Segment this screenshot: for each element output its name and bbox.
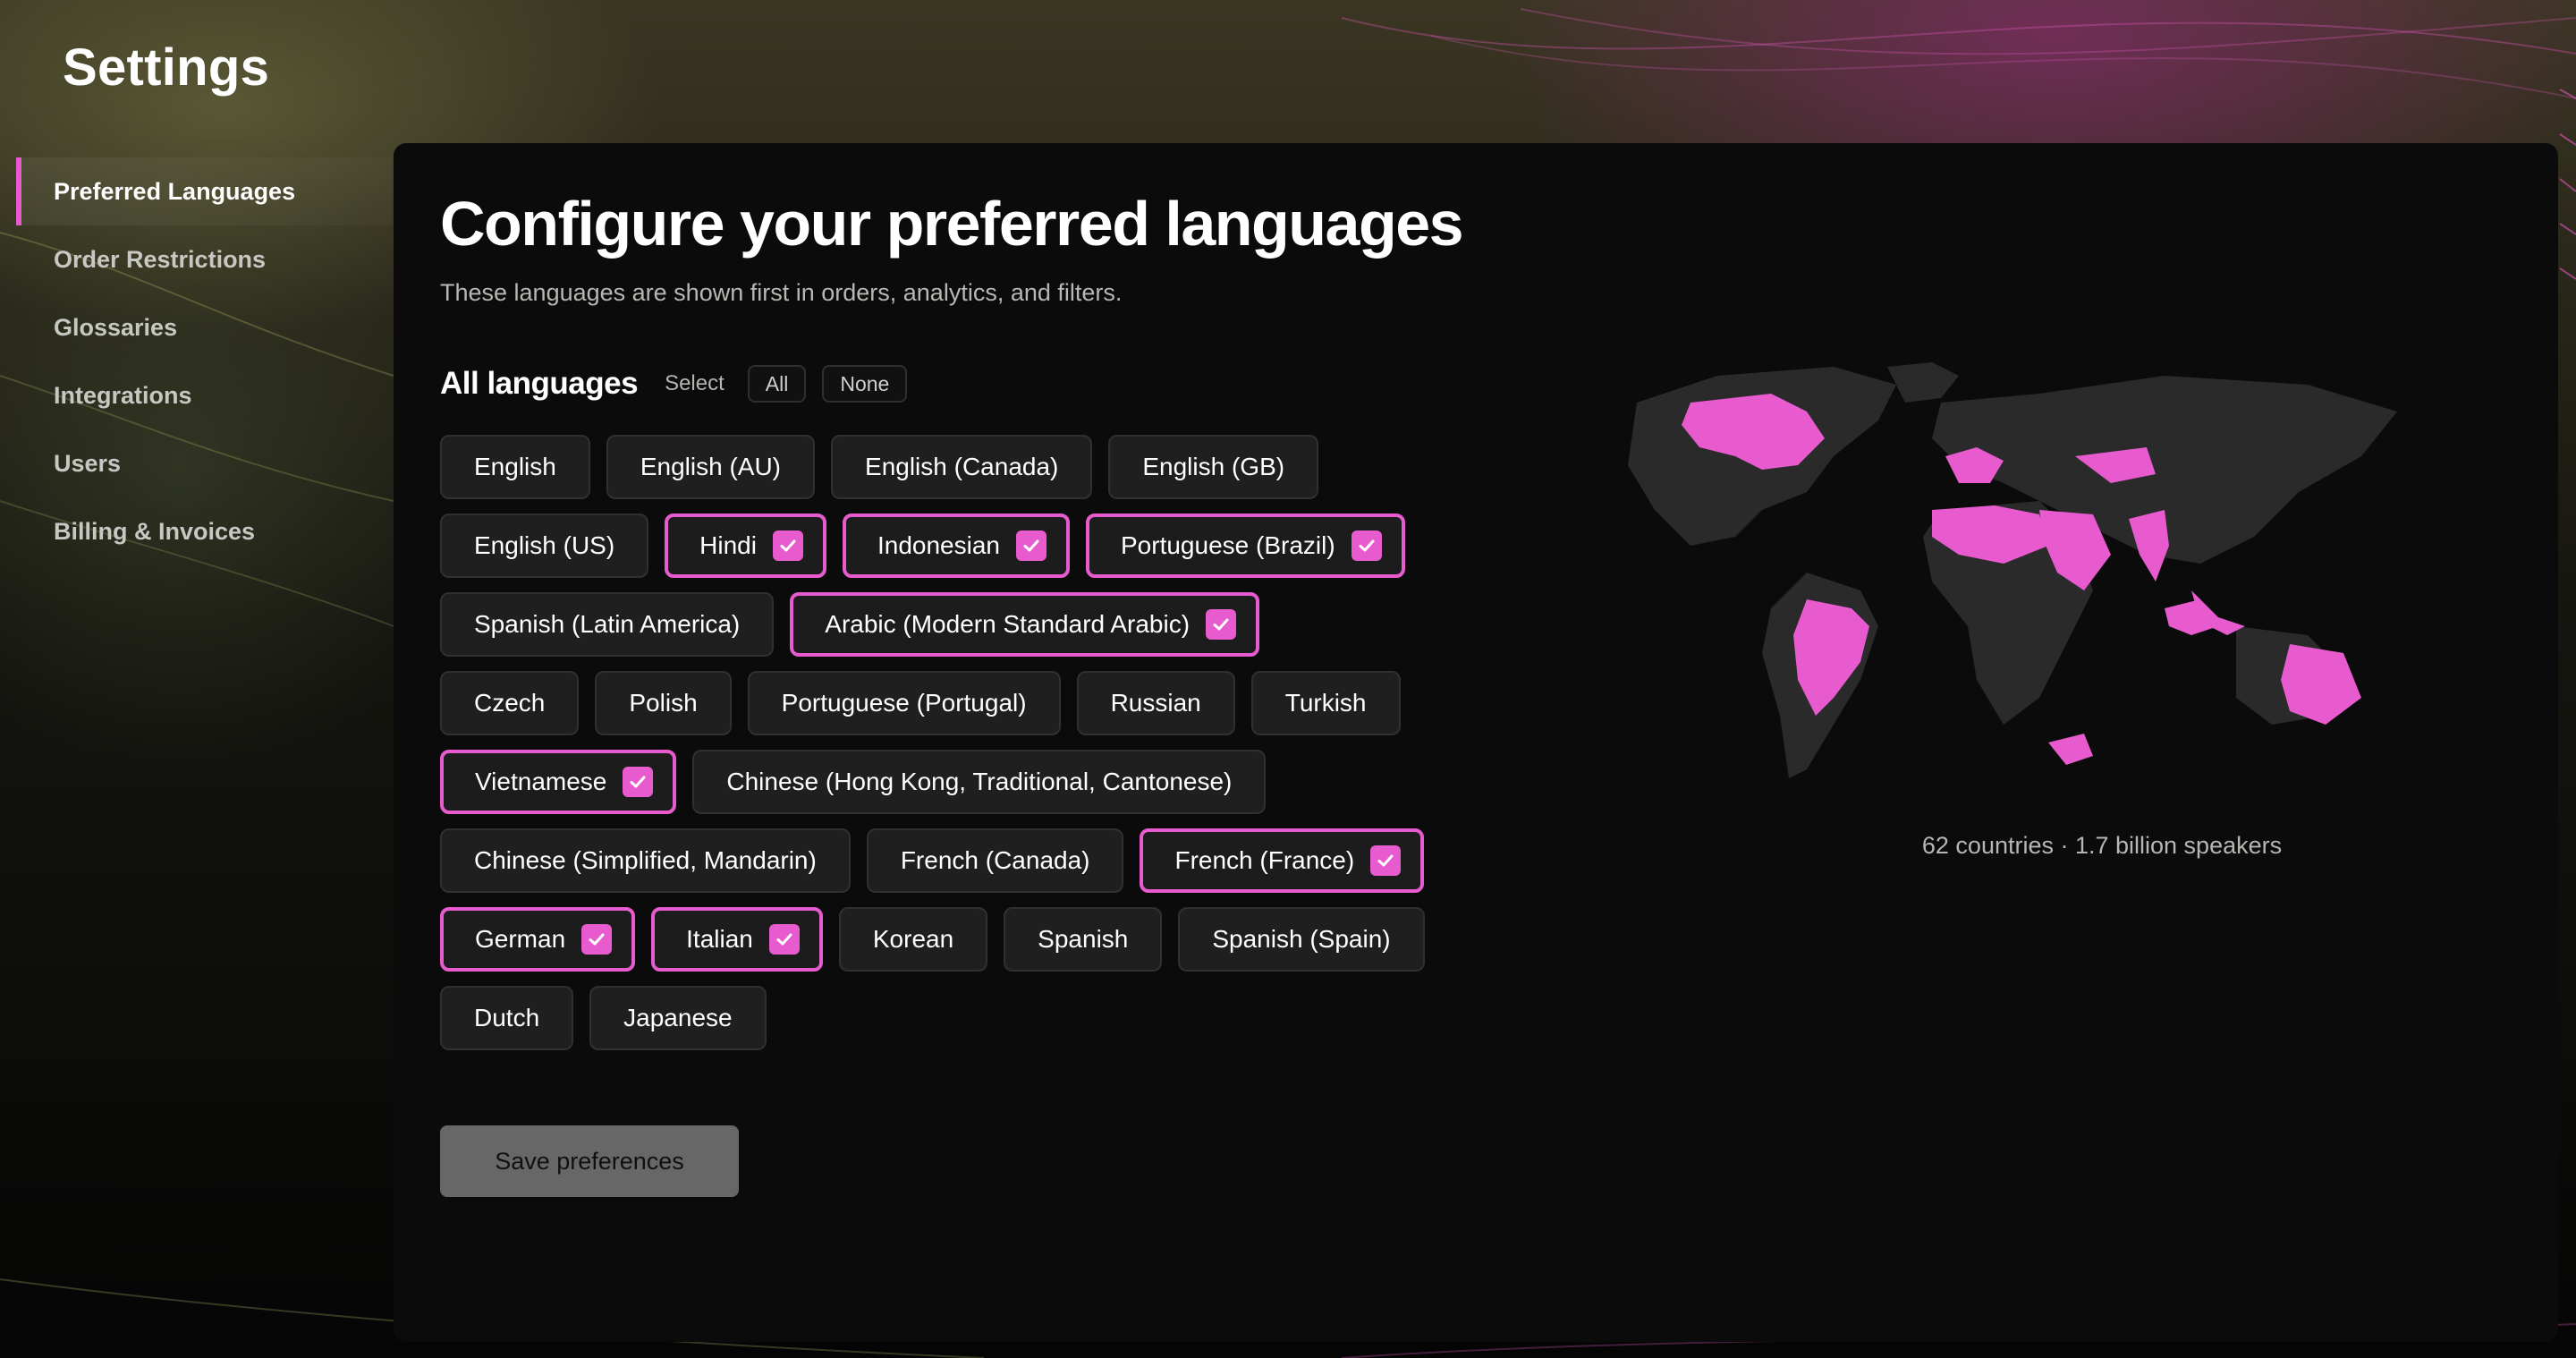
- sidebar-item-users[interactable]: Users: [16, 429, 392, 497]
- sidebar-item-label: Billing & Invoices: [54, 517, 256, 545]
- language-chip-portuguese-portugal[interactable]: Portuguese (Portugal): [747, 671, 1061, 735]
- chip-row: German Italian Korean Spanish Spanish (Spain…: [440, 907, 1425, 972]
- language-chip-label: Chinese (Hong Kong, Traditional, Cantone…: [726, 768, 1233, 795]
- sidebar-item-preferred-languages[interactable]: Preferred Languages: [16, 157, 392, 225]
- language-chip-french-france[interactable]: French (France): [1140, 828, 1425, 893]
- language-chip-dutch[interactable]: Dutch: [440, 986, 574, 1050]
- page-title: Settings: [63, 38, 270, 97]
- language-chip-label: English (AU): [640, 453, 782, 480]
- language-chip-label: Arabic (Modern Standard Arabic): [825, 610, 1191, 638]
- chip-row: Spanish (Latin America) Arabic (Modern St…: [440, 592, 1424, 657]
- language-chip-label: Japanese: [623, 1004, 733, 1031]
- language-chip-label: Indonesian: [877, 531, 1000, 559]
- sidebar-item-order-restrictions[interactable]: Order Restrictions: [16, 225, 392, 293]
- check-icon: [1016, 530, 1046, 561]
- language-chip-label: Korean: [872, 925, 954, 953]
- chip-row: Vietnamese Chinese (Hong Kong, Traditiona…: [440, 750, 1424, 814]
- language-chip-czech[interactable]: Czech: [440, 671, 580, 735]
- language-chip-label: English: [474, 453, 556, 480]
- language-chip-english[interactable]: English: [440, 435, 590, 499]
- language-chip-vietnamese[interactable]: Vietnamese: [440, 750, 677, 814]
- language-chip-spanish-spain[interactable]: Spanish (Spain): [1178, 907, 1425, 972]
- language-chip-label: Russian: [1110, 689, 1201, 717]
- language-chip-label: Portuguese (Portugal): [781, 689, 1027, 717]
- chip-row: English (US) Hindi Indonesian Portuguese (B…: [440, 513, 1424, 578]
- language-chip-italian[interactable]: Italian: [651, 907, 823, 972]
- sidebar-item-label: Glossaries: [54, 313, 178, 341]
- language-chip-label: German: [475, 925, 566, 953]
- language-chip-english-au[interactable]: English (AU): [606, 435, 816, 499]
- language-chip-english-gb[interactable]: English (GB): [1108, 435, 1319, 499]
- save-preferences-button[interactable]: Save preferences: [440, 1125, 739, 1197]
- language-chip-label: French (Canada): [900, 846, 1090, 874]
- language-chip-spanish[interactable]: Spanish: [1004, 907, 1163, 972]
- language-chip-label: French (France): [1174, 846, 1355, 874]
- language-chip-label: Polish: [629, 689, 698, 717]
- sidebar: Preferred Languages Order Restrictions G…: [16, 157, 392, 565]
- panel-subheading: These languages are shown first in order…: [440, 279, 1123, 306]
- sidebar-item-glossaries[interactable]: Glossaries: [16, 293, 392, 361]
- check-icon: [1351, 530, 1382, 561]
- check-icon: [623, 767, 654, 797]
- sidebar-item-label: Integrations: [54, 381, 192, 409]
- sidebar-item-billing-invoices[interactable]: Billing & Invoices: [16, 497, 392, 565]
- language-chip-label: Portuguese (Brazil): [1121, 531, 1335, 559]
- language-chip-label: Spanish (Spain): [1212, 925, 1391, 953]
- languages-title: All languages: [440, 366, 639, 401]
- language-chip-chinese-simplified-mandarin[interactable]: Chinese (Simplified, Mandarin): [440, 828, 851, 893]
- chip-row: Czech Polish Portuguese (Portugal) Russian T…: [440, 671, 1424, 735]
- language-chip-chinese-hong-kong-traditional-cantonese[interactable]: Chinese (Hong Kong, Traditional, Cantone…: [692, 750, 1267, 814]
- language-chip-label: English (US): [474, 531, 615, 559]
- language-chip-arabic-modern-standard-arabic[interactable]: Arabic (Modern Standard Arabic): [790, 592, 1260, 657]
- sidebar-item-label: Preferred Languages: [54, 177, 296, 205]
- language-chip-german[interactable]: German: [440, 907, 636, 972]
- language-chip-indonesian[interactable]: Indonesian: [842, 513, 1070, 578]
- sidebar-item-label: Users: [54, 449, 122, 477]
- check-icon: [772, 530, 803, 561]
- chip-row: Dutch Japanese: [440, 986, 1424, 1050]
- language-chip-label: English (Canada): [865, 453, 1059, 480]
- language-chip-portuguese-brazil[interactable]: Portuguese (Brazil): [1086, 513, 1405, 578]
- main-panel: Configure your preferred languages These…: [394, 143, 2558, 1342]
- language-chip-spanish-latin-america[interactable]: Spanish (Latin America): [440, 592, 775, 657]
- language-chip-label: Hindi: [699, 531, 757, 559]
- language-chip-french-canada[interactable]: French (Canada): [866, 828, 1124, 893]
- language-chip-turkish[interactable]: Turkish: [1250, 671, 1401, 735]
- select-all-button[interactable]: All: [747, 365, 807, 403]
- language-chip-japanese[interactable]: Japanese: [589, 986, 767, 1050]
- sidebar-item-label: Order Restrictions: [54, 245, 267, 273]
- language-chip-label: Italian: [686, 925, 753, 953]
- language-chip-russian[interactable]: Russian: [1076, 671, 1235, 735]
- language-chip-label: Spanish: [1038, 925, 1129, 953]
- check-icon: [768, 924, 800, 955]
- language-chip-label: English (GB): [1142, 453, 1285, 480]
- language-chip-english-canada[interactable]: English (Canada): [831, 435, 1093, 499]
- check-icon: [1370, 845, 1402, 876]
- panel-heading: Configure your preferred languages: [440, 189, 1464, 259]
- language-chip-polish[interactable]: Polish: [595, 671, 732, 735]
- chip-row: English English (AU) English (Canada) Engli…: [440, 435, 1424, 499]
- select-label: Select: [665, 371, 724, 395]
- map-caption: 62 countries · 1.7 billion speakers: [1921, 832, 2283, 859]
- check-icon: [1206, 609, 1237, 640]
- check-icon: [581, 924, 613, 955]
- world-map: [1628, 362, 2397, 778]
- language-chip-label: Chinese (Simplified, Mandarin): [474, 846, 817, 874]
- language-chip-english-us[interactable]: English (US): [440, 513, 649, 578]
- select-none-button[interactable]: None: [822, 365, 908, 403]
- languages-header: All languages Select All None: [440, 365, 923, 403]
- language-chip-hindi[interactable]: Hindi: [665, 513, 826, 578]
- sidebar-item-integrations[interactable]: Integrations: [16, 361, 392, 429]
- language-chip-label: Czech: [474, 689, 546, 717]
- language-chip-label: Dutch: [474, 1004, 540, 1031]
- chip-row: Chinese (Simplified, Mandarin) French (Ca…: [440, 828, 1425, 893]
- language-chip-label: Vietnamese: [475, 768, 607, 795]
- language-chip-korean[interactable]: Korean: [838, 907, 988, 972]
- language-chip-label: Spanish (Latin America): [474, 610, 741, 638]
- language-chip-label: Turkish: [1284, 689, 1367, 717]
- language-chip-list: English English (AU) English (Canada) Engli…: [440, 435, 1425, 1065]
